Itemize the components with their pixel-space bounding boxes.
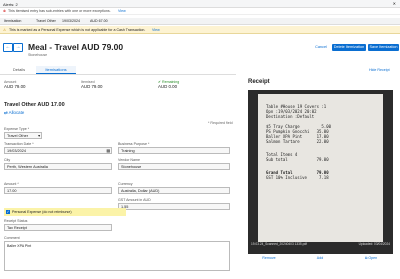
cancel-button[interactable]: Cancel	[313, 44, 329, 51]
warning-text: This is marked as a Personal Expense whi…	[9, 27, 146, 32]
receipt-line: Destination :Default	[266, 114, 315, 119]
summary-amount-value: AUD 79.00	[4, 84, 26, 89]
comment-value: Baller XPA Pint	[7, 244, 32, 248]
tab-itemisation[interactable]: Itemisation	[4, 19, 21, 23]
receipt-line: Salmon Tartare 22.00	[266, 139, 329, 144]
tab-divider	[0, 74, 236, 75]
tab-travel-other[interactable]: Travel Other	[36, 19, 56, 23]
summary-itemised: Itemised AUD 79.00	[81, 80, 102, 89]
receipt-status-select[interactable]: Tax Receipt	[4, 224, 112, 231]
comment-label: Comment	[4, 236, 20, 240]
required-note: * Required field	[208, 121, 233, 125]
expense-type-select[interactable]: Travel Other ▾	[4, 132, 42, 139]
warning-icon: ⚠	[3, 27, 7, 32]
allocate-label: Allocate	[8, 110, 25, 115]
receipt-status-label: Receipt Status	[4, 219, 28, 223]
personal-expense-label: Personal Expense (do not reimburse)	[12, 210, 72, 214]
receipt-line: GST 10% Inclusive 7.18	[266, 175, 329, 180]
close-icon[interactable]: ✕	[393, 1, 396, 6]
alerts-title: Alerts: 2	[3, 1, 18, 7]
receipt-uploaded: Uploaded: 03/04/2024	[358, 242, 390, 246]
summary-remaining: ✔ Remaining AUD 0.00	[158, 80, 179, 89]
currency-select[interactable]: Australia, Dollar (AUD)	[118, 187, 230, 194]
transaction-date-value: 19/03/2024	[7, 149, 27, 153]
receipt-viewer[interactable]: Table #House 19 Covers :1 Opn :19/03/202…	[248, 90, 393, 254]
city-label: City	[4, 158, 11, 162]
forward-arrow-icon[interactable]: →	[13, 43, 23, 52]
business-purpose-label: Business Purpose *	[118, 142, 150, 146]
vendor-input[interactable]: Stonehouse	[118, 163, 230, 170]
tab-amount[interactable]: AUD 67.00	[90, 19, 108, 23]
summary-remaining-value: AUD 0.00	[158, 84, 178, 89]
calendar-icon[interactable]: ▦	[106, 148, 110, 155]
transaction-date-label: Transaction Date *	[4, 142, 34, 146]
page-subtitle: Stonehouse	[28, 53, 48, 57]
delete-itemization-button[interactable]: Delete Itemization	[332, 44, 366, 51]
tab-date[interactable]: 19/03/2024	[62, 19, 80, 23]
receipt-filename: 19.03.24_Scanned_20240403 1335.pdf	[251, 242, 308, 246]
hide-receipt-link[interactable]: Hide Receipt	[369, 68, 390, 72]
warning-view-link[interactable]: View	[152, 28, 160, 32]
alerts-bar: Alerts: 2 ✕	[0, 0, 400, 8]
vendor-label: Vendor Name	[118, 158, 140, 162]
summary-itemised-value: AUD 79.00	[81, 84, 103, 89]
comment-textarea[interactable]: Baller XPA Pint	[4, 241, 230, 271]
itemisation-breadcrumb: Itemisation Travel Other 19/03/2024 AUD …	[0, 18, 400, 25]
add-receipt-button[interactable]: Add	[305, 255, 335, 261]
amount-label: Amount *	[4, 182, 19, 186]
gst-label: GST Amount in AUD	[118, 198, 151, 202]
business-purpose-input[interactable]: Training	[118, 147, 230, 154]
tab-details[interactable]: Details	[4, 66, 34, 73]
error-icon: ⊗	[3, 8, 7, 13]
open-receipt-button[interactable]: ⧉ Open	[356, 255, 386, 261]
expense-type-label: Expense Type *	[4, 127, 30, 131]
summary-amount: Amount AUD 79.00	[4, 80, 25, 89]
remove-receipt-button[interactable]: Remove	[254, 255, 284, 261]
allocate-link[interactable]: ⇄ Allocate	[4, 110, 24, 116]
personal-expense-checkbox[interactable]: ✓	[6, 209, 10, 214]
page-title: Meal - Travel AUD 79.00	[28, 42, 124, 52]
tab-itemisations[interactable]: Itemisations	[36, 66, 76, 74]
personal-expense-warning: ⚠ This is marked as a Personal Expense w…	[0, 26, 400, 34]
amount-input[interactable]: 17.00	[4, 187, 112, 194]
save-itemization-button[interactable]: Save Itemization	[368, 44, 399, 51]
back-arrow-icon[interactable]: ←	[3, 43, 13, 52]
expense-type-value: Travel Other	[7, 134, 28, 138]
chevron-down-icon: ▾	[38, 134, 40, 138]
receipt-line: Sub total 79.00	[266, 157, 329, 162]
receipt-title: Receipt	[248, 79, 270, 85]
exception-message: ⊗ This itemised entry has sub-entries wi…	[0, 8, 400, 15]
currency-label: Currency	[118, 182, 133, 186]
transaction-date-input[interactable]: 19/03/2024 ▦	[4, 147, 112, 154]
city-input[interactable]: Perth, Western Australia	[4, 163, 112, 170]
exception-text: This itemised entry has sub-entries with…	[8, 9, 111, 13]
exception-view-link[interactable]: View	[118, 9, 126, 13]
gst-input[interactable]: 1.55	[118, 203, 230, 210]
itemisation-title: Travel Other AUD 17.00	[4, 102, 65, 108]
open-receipt-label: Open	[368, 256, 378, 260]
personal-expense-highlight: ✓ Personal Expense (do not reimburse)	[4, 208, 126, 216]
